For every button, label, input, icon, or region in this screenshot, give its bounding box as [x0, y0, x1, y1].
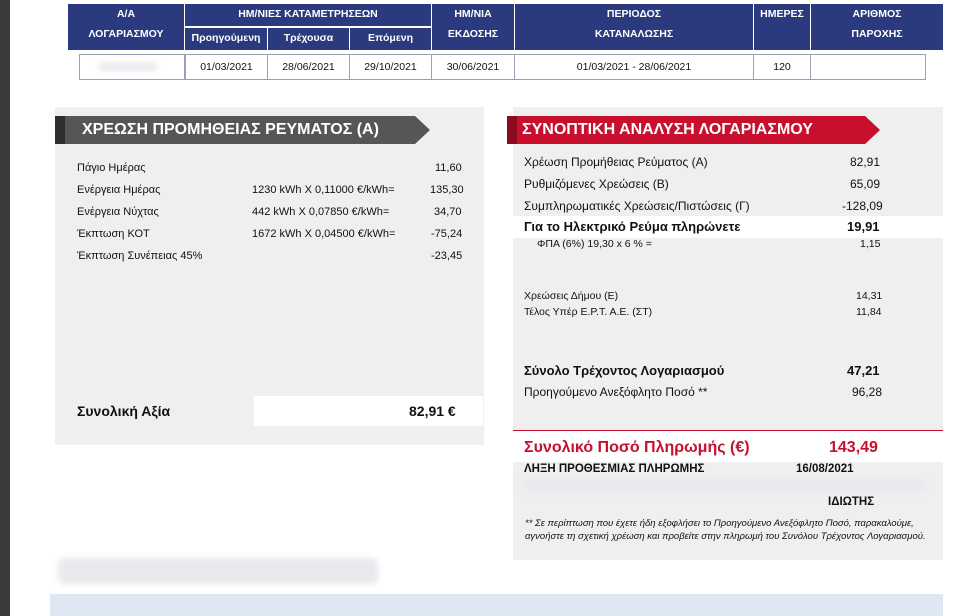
- prev-unpaid-label: Προηγούμενο Ανεξόφλητο Ποσό **: [524, 385, 708, 399]
- col-days-header: ΗΜΕΡΕΣ: [754, 4, 810, 50]
- footnote: ** Σε περίπτωση που έχετε ήδη εξοφλήσει …: [525, 518, 926, 542]
- col-days-line1: ΗΜΕΡΕΣ: [760, 8, 804, 20]
- consumption-period: 01/03/2021 - 28/06/2021: [514, 54, 754, 80]
- vat-value: 1,15: [860, 238, 881, 250]
- ert-value: 11,84: [856, 306, 882, 318]
- supply-charge-panel: [55, 107, 484, 445]
- col-period-header: ΠΕΡΙΟΔΟΣ ΚΑΤΑΝΑΛΩΣΗΣ: [515, 4, 753, 50]
- prev-unpaid-value: 96,28: [852, 385, 883, 399]
- redacted-account: [98, 63, 158, 71]
- summary-row-label: Ρυθμιζόμενες Χρεώσεις (Β): [524, 177, 669, 191]
- summary-row-label: Χρέωση Προμήθειας Ρεύματος (Α): [524, 155, 708, 169]
- left-row-label: Έκπτωση Συνέπειας 45%: [77, 250, 203, 262]
- curr-reading-date: 28/06/2021: [267, 54, 350, 80]
- left-row-calc: 1672 kWh X 0,04500 €/kWh=: [252, 228, 396, 240]
- electric-value: 19,91: [847, 219, 880, 234]
- summary-row-value: 65,09: [850, 177, 881, 191]
- current-total-value: 47,21: [847, 363, 880, 378]
- col-supply-line2: ΠΑΡΟΧΗΣ: [851, 28, 903, 40]
- vat-label: ΦΠΑ (6%) 19,30 x 6 % =: [537, 238, 652, 250]
- left-row-calc: 442 kWh X 0,07850 €/kWh=: [252, 206, 390, 218]
- col-issue-header: ΗΜ/ΝΙΑ ΕΚΔΟΣΗΣ: [432, 4, 514, 50]
- municipal-label: Χρεώσεις Δήμου (Ε): [524, 290, 619, 302]
- left-row-value: -75,24: [431, 228, 463, 240]
- deadline-label: ΛΗΞΗ ΠΡΟΘΕΣΜΙΑΣ ΠΛΗΡΩΜΗΣ: [524, 463, 705, 475]
- left-row-label: Ενέργεια Νύχτας: [77, 206, 159, 218]
- col-prev-header: Προηγούμενη: [185, 28, 267, 50]
- prev-reading-date: 01/03/2021: [185, 54, 268, 80]
- supply-charge-title: ΧΡΕΩΣΗ ΠΡΟΜΗΘΕΙΑΣ ΡΕΥΜΑΤΟΣ (Α): [82, 121, 379, 138]
- bill-header-table: Α/Α ΛΟΓΑΡΙΑΣΜΟΥ ΗΜ/ΝΙΕΣ ΚΑΤΑΜΕΤΡΗΣΕΩΝ Πρ…: [68, 4, 943, 92]
- col-account-line2: ΛΟΓΑΡΙΑΣΜΟΥ: [88, 28, 164, 40]
- left-row-value: 11,60: [435, 162, 462, 174]
- bill-summary-title: ΣΥΝΟΠΤΙΚΗ ΑΝΑΛΥΣΗ ΛΟΓΑΡΙΑΣΜΟΥ: [522, 121, 813, 138]
- left-row-label: Πάγιο Ημέρας: [77, 162, 146, 174]
- col-supply-line1: ΑΡΙΘΜΟΣ: [852, 8, 902, 20]
- owner-type: ΙΔΙΩΤΗΣ: [828, 496, 875, 508]
- col-period-line2: ΚΑΤΑΝΑΛΩΣΗΣ: [594, 28, 674, 40]
- col-account-line1: Α/Α: [116, 8, 136, 20]
- summary-row-value: 82,91: [850, 155, 881, 169]
- left-row-value: -23,45: [431, 250, 463, 262]
- left-row-calc: 1230 kWh X 0,11000 €/kWh=: [252, 184, 395, 196]
- col-account-header: Α/Α ΛΟΓΑΡΙΑΣΜΟΥ: [68, 4, 184, 50]
- current-total-label: Σύνολο Τρέχοντος Λογαριασμού: [524, 363, 725, 378]
- bill-page: Α/Α ΛΟΓΑΡΙΑΣΜΟΥ ΗΜ/ΝΙΕΣ ΚΑΤΑΜΕΤΡΗΣΕΩΝ Πρ…: [10, 0, 963, 616]
- col-issue-line2: ΕΚΔΟΣΗΣ: [447, 28, 499, 40]
- supply-total-label: Συνολική Αξία: [77, 403, 171, 419]
- ert-label: Τέλος Υπέρ Ε.Ρ.Τ. Α.Ε. (ΣΤ): [524, 306, 653, 318]
- col-issue-line1: ΗΜ/ΝΙΑ: [454, 8, 492, 20]
- col-period-line1: ΠΕΡΙΟΔΟΣ: [606, 8, 662, 20]
- deadline-value: 16/08/2021: [796, 463, 854, 475]
- left-row-label: Έκπτωση ΚΟΤ: [77, 228, 150, 240]
- bill-summary-panel: [513, 107, 943, 560]
- account-number-value: [79, 54, 185, 80]
- col-curr-header: Τρέχουσα: [268, 28, 349, 50]
- supply-number-value: [810, 54, 926, 80]
- next-reading-date: 29/10/2021: [349, 54, 432, 80]
- col-next-header: Επόμενη: [350, 28, 431, 50]
- days-value: 120: [753, 54, 811, 80]
- bottom-banner: [50, 594, 943, 616]
- issue-date: 30/06/2021: [431, 54, 515, 80]
- payment-total-value: 143,49: [829, 439, 878, 456]
- col-dates-header: ΗΜ/ΝΙΕΣ ΚΑΤΑΜΕΤΡΗΣΕΩΝ: [185, 4, 431, 26]
- payment-total-label: Συνολικό Ποσό Πληρωμής (€): [524, 439, 750, 456]
- redacted-field: [522, 479, 927, 491]
- municipal-value: 14,31: [856, 290, 883, 302]
- electric-label: Για το Ηλεκτρικό Ρεύμα πληρώνετε: [524, 219, 741, 234]
- left-row-label: Ενέργεια Ημέρας: [77, 184, 161, 196]
- redacted-address: [58, 558, 378, 584]
- left-row-value: 135,30: [430, 184, 464, 196]
- summary-row-value: -128,09: [842, 199, 883, 213]
- supply-total-value: 82,91 €: [409, 403, 456, 419]
- summary-row-label: Συμπληρωματικές Χρεώσεις/Πιστώσεις (Γ): [524, 199, 750, 213]
- col-supply-header: ΑΡΙΘΜΟΣ ΠΑΡΟΧΗΣ: [811, 4, 943, 50]
- left-row-value: 34,70: [434, 206, 462, 218]
